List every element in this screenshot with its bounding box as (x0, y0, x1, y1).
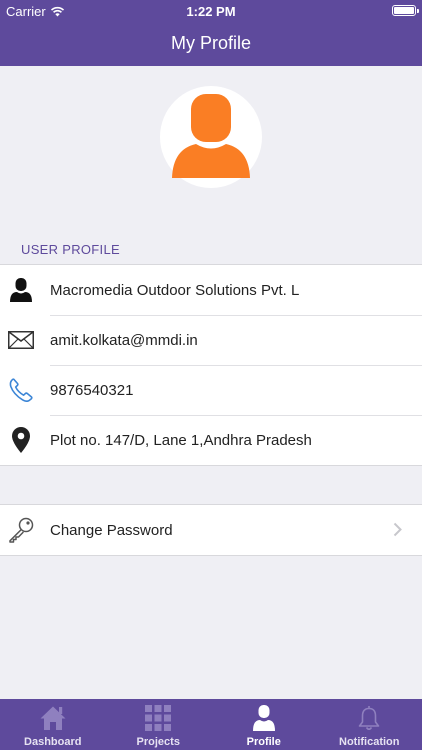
status-bar: Carrier 1:22 PM (0, 0, 422, 22)
page-title: My Profile (170, 33, 251, 53)
tab-projects[interactable]: Projects (106, 699, 212, 750)
person-icon (8, 277, 34, 303)
profile-row-company[interactable]: Macromedia Outdoor Solutions Pvt. L (0, 265, 422, 315)
bell-icon (317, 705, 422, 731)
profile-row-email[interactable]: amit.kolkata@mmdi.in (0, 315, 422, 365)
settings-list: Change Password (0, 504, 422, 556)
envelope-icon (8, 327, 34, 353)
tab-notification[interactable]: Notification (317, 699, 422, 750)
section-label-user-profile: USER PROFILE (21, 242, 120, 257)
grid-icon (106, 705, 212, 731)
tab-notification-label: Notification (339, 736, 400, 748)
person-avatar-icon (172, 94, 250, 178)
company-name: Macromedia Outdoor Solutions Pvt. L (50, 281, 300, 299)
person-icon (211, 705, 317, 731)
change-password-label: Change Password (50, 521, 173, 539)
profile-row-phone[interactable]: 9876540321 (0, 365, 422, 415)
user-profile-list: Macromedia Outdoor Solutions Pvt. L amit… (0, 264, 422, 466)
battery-icon (392, 5, 419, 16)
address: Plot no. 147/D, Lane 1,Andhra Pradesh (50, 431, 312, 449)
navigation-bar: Carrier 1:22 PM My Profile (0, 0, 422, 66)
phone-number: 9876540321 (50, 381, 134, 399)
tab-profile[interactable]: Profile (211, 699, 317, 750)
clock: 1:22 PM (186, 4, 236, 19)
chevron-right-icon (393, 522, 402, 542)
tab-dashboard-label: Dashboard (24, 736, 82, 748)
tab-bar: Dashboard Projects Profile Notification (0, 699, 422, 750)
email-address: amit.kolkata@mmdi.in (50, 331, 198, 349)
key-icon (8, 517, 34, 543)
phone-icon (8, 377, 34, 403)
home-icon (0, 705, 106, 731)
tab-dashboard[interactable]: Dashboard (0, 699, 106, 750)
avatar[interactable] (160, 86, 262, 188)
tab-profile-label: Profile (246, 736, 281, 748)
location-pin-icon (8, 427, 34, 453)
change-password-row[interactable]: Change Password (0, 505, 422, 555)
tab-projects-label: Projects (136, 736, 180, 748)
profile-row-address[interactable]: Plot no. 147/D, Lane 1,Andhra Pradesh (0, 415, 422, 465)
